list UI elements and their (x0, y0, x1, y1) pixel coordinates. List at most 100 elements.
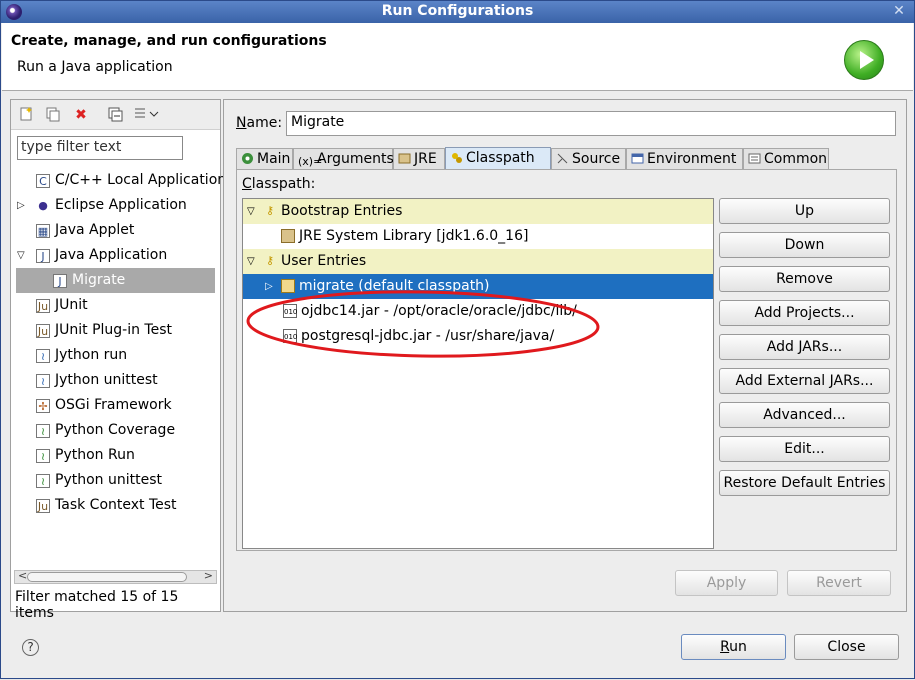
expander-icon[interactable]: ▷ (17, 193, 29, 218)
tree-item[interactable]: ✢ OSGi Framework (11, 393, 220, 418)
library-icon (281, 229, 295, 243)
applet-icon: ▦ (36, 224, 50, 238)
tree-item-label: Python Coverage (55, 422, 176, 438)
classpath-entry[interactable]: 010 postgresql-jdbc.jar - /usr/share/java… (243, 324, 713, 349)
expander-icon[interactable]: ▽ (17, 243, 29, 268)
dialog-subtitle: Run a Java application (17, 59, 173, 75)
window-title: Run Configurations (381, 3, 534, 19)
classpath-tab-icon (450, 151, 463, 164)
tree-item-label: OSGi Framework (55, 397, 172, 413)
filter-icon[interactable] (131, 106, 161, 124)
classpath-entry[interactable]: 010 ojdbc14.jar - /opt/oracle/oracle/jdbc… (243, 299, 713, 324)
run-configurations-window: Run Configurations ✕ Create, manage, and… (0, 0, 915, 679)
tab-main[interactable]: Main (236, 148, 293, 169)
filter-status: Filter matched 15 of 15 items (15, 589, 179, 621)
tree-item[interactable]: ≀ Jython unittest (11, 368, 220, 393)
up-button[interactable]: Up (719, 198, 890, 224)
expander-icon[interactable]: ▽ (247, 199, 255, 224)
tree-item[interactable]: ≀ Python Run (11, 443, 220, 468)
tab-classpath[interactable]: Classpath (445, 147, 551, 170)
tree-item-label: Python Run (55, 447, 135, 463)
classpath-entry[interactable]: ▷ migrate (default classpath) (243, 274, 713, 299)
bootstrap-entries-icon: ⚷ (265, 204, 275, 217)
config-type-panel: ✖ type filter text C C/C++ Local Applicat… (10, 99, 226, 621)
tab-source[interactable]: Source (551, 148, 626, 169)
delete-icon[interactable]: ✖ (72, 106, 90, 124)
new-config-icon[interactable] (17, 106, 35, 124)
tree-item-label: Eclipse Application (55, 197, 187, 213)
tree-item-label: Task Context Test (55, 497, 177, 513)
java-app-icon: J (36, 249, 50, 263)
expander-icon[interactable]: ▽ (247, 249, 255, 274)
scroll-left-icon[interactable]: < (18, 569, 27, 582)
apply-button[interactable]: Apply (675, 570, 778, 596)
classpath-entry[interactable]: ▽ ⚷ User Entries (243, 249, 713, 274)
run-banner-icon (844, 40, 884, 80)
collapse-all-icon[interactable] (106, 106, 124, 124)
osgi-icon: ✢ (36, 399, 50, 413)
tree-item[interactable]: Ju Task Context Test (11, 493, 220, 518)
tree-item-label: Jython run (55, 347, 128, 363)
tree-item-label: Python unittest (55, 472, 162, 488)
config-editor-panel: Name: Migrate Main (x)=Arguments JRE Cla… (223, 99, 907, 612)
classpath-entry-label: JRE System Library [jdk1.6.0_16] (299, 228, 529, 244)
help-icon[interactable]: ? (22, 639, 39, 656)
filter-input[interactable]: type filter text (17, 136, 183, 160)
source-tab-icon (556, 152, 569, 165)
task-context-icon: Ju (36, 499, 50, 513)
jre-tab-icon (398, 152, 411, 165)
environment-tab-icon (631, 152, 644, 165)
tab-environment[interactable]: Environment (626, 148, 743, 169)
dialog-title: Create, manage, and run configurations (11, 33, 327, 49)
edit-button[interactable]: Edit... (719, 436, 890, 462)
tab-jre[interactable]: JRE (393, 148, 445, 169)
tree-item[interactable]: Ju JUnit (11, 293, 220, 318)
tree-item-label: Jython unittest (55, 372, 158, 388)
junit-plugin-icon: Ju (36, 324, 50, 338)
c-app-icon: C (36, 174, 50, 188)
tree-item[interactable]: C C/C++ Local Application (11, 168, 226, 193)
duplicate-icon[interactable] (44, 106, 62, 124)
close-window-icon[interactable]: ✕ (890, 3, 908, 20)
run-button[interactable]: Run (681, 634, 786, 660)
classpath-entry-label: User Entries (281, 253, 367, 269)
scroll-right-icon[interactable]: > (204, 569, 213, 582)
classpath-entry[interactable]: ▽ ⚷ Bootstrap Entries (243, 199, 713, 224)
classpath-tree[interactable]: ▽ ⚷ Bootstrap Entries JRE System Library [j… (242, 198, 714, 549)
add-external-jars-button[interactable]: Add External JARs... (719, 368, 890, 394)
title-bar: Run Configurations ✕ (1, 1, 914, 23)
close-button[interactable]: Close (794, 634, 899, 660)
config-tree: C C/C++ Local Application ▷ ● Eclipse Applic… (11, 168, 226, 518)
classpath-entry-label: ojdbc14.jar - /opt/oracle/oracle/jdbc/li… (301, 303, 577, 319)
scrollbar-thumb[interactable] (27, 572, 187, 582)
tree-item[interactable]: ≀ Python unittest (11, 468, 220, 493)
revert-button[interactable]: Revert (787, 570, 891, 596)
java-app-icon: J (53, 274, 67, 288)
tree-item[interactable]: J Migrate (16, 268, 215, 293)
add-projects-button[interactable]: Add Projects... (719, 300, 890, 326)
advanced-button[interactable]: Advanced... (719, 402, 890, 428)
name-field[interactable]: Migrate (286, 111, 896, 136)
jar-icon: 010 (283, 329, 297, 343)
tree-item[interactable]: ≀ Jython run (11, 343, 220, 368)
remove-button[interactable]: Remove (719, 266, 890, 292)
python-coverage-icon: ≀ (36, 424, 50, 438)
down-button[interactable]: Down (719, 232, 890, 258)
tree-item[interactable]: ≀ Python Coverage (11, 418, 220, 443)
tab-arguments[interactable]: (x)=Arguments (293, 148, 394, 169)
restore-default-entries-button[interactable]: Restore Default Entries (719, 470, 890, 496)
user-entries-icon: ⚷ (265, 254, 275, 267)
python-run-icon: ≀ (36, 449, 50, 463)
expander-icon[interactable]: ▷ (265, 274, 273, 299)
tree-item[interactable]: ▷ ● Eclipse Application (11, 193, 220, 218)
horizontal-scrollbar[interactable]: < > (14, 569, 217, 584)
config-toolbar: ✖ (11, 100, 220, 130)
classpath-entry[interactable]: JRE System Library [jdk1.6.0_16] (243, 224, 713, 249)
tree-item-label: Java Application (55, 247, 168, 263)
tree-item[interactable]: Ju JUnit Plug-in Test (11, 318, 220, 343)
tree-item[interactable]: ▦ Java Applet (11, 218, 220, 243)
tree-item[interactable]: ▽ J Java Application (11, 243, 220, 268)
tab-common[interactable]: Common (743, 148, 829, 169)
arguments-tab-icon: (x)= (298, 155, 323, 168)
add-jars-button[interactable]: Add JARs... (719, 334, 890, 360)
